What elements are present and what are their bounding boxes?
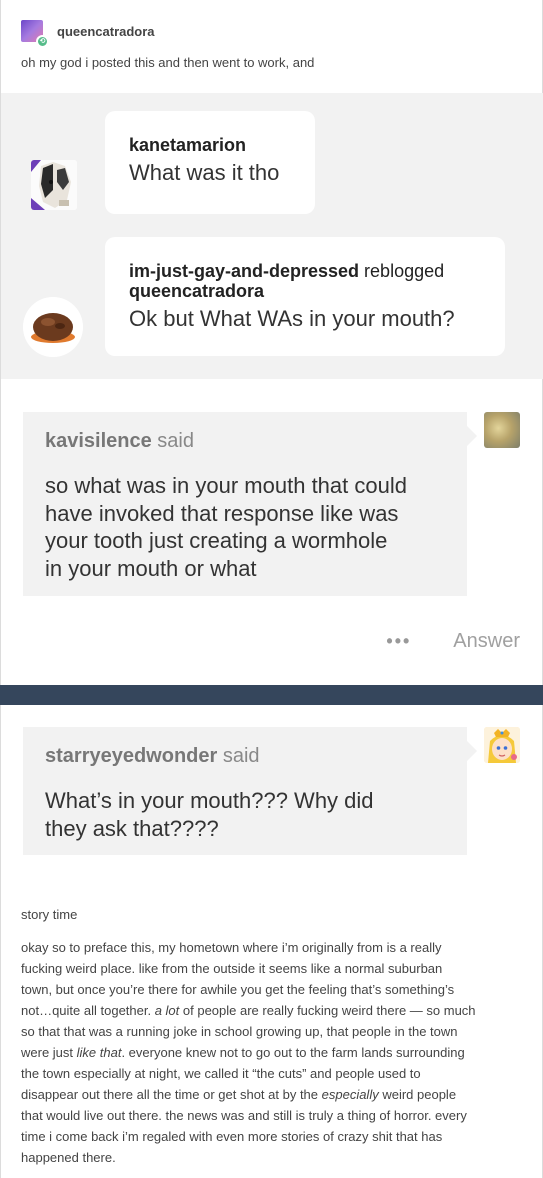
story-line: fucking weird place. like from the outsi… — [21, 961, 443, 976]
author-username[interactable]: queencatradora — [57, 24, 155, 39]
story-title: story time — [21, 907, 78, 922]
story-emphasis: especially — [321, 1087, 379, 1102]
asker-line: kavisilence said — [45, 428, 445, 454]
meatball-avatar — [23, 297, 83, 357]
reblog-icon: ⟲ — [36, 35, 49, 48]
story-line: town, but once you’re there for awhile y… — [21, 982, 455, 997]
post-card-2: starryeyedwonder said What’s in your mou… — [0, 705, 543, 1178]
post-caption: oh my god i posted this and then went to… — [21, 55, 315, 70]
ask-question: What’s in your mouth??? Why did they ask… — [45, 787, 445, 842]
starryeyedwonder-avatar[interactable] — [484, 727, 520, 763]
story-line: not…quite all together. a lot of people … — [21, 1000, 521, 1021]
story-line: disappear out there all the time or get … — [21, 1084, 521, 1105]
ask-question-line: your tooth just creating a wormhole — [45, 528, 388, 553]
story-text: weird people — [378, 1087, 457, 1102]
asker-username[interactable]: starryeyedwonder — [45, 745, 217, 767]
ask-question-line: have invoked that response like was — [45, 500, 399, 526]
ask-question-line: in your mouth or what — [45, 555, 257, 581]
ask-question-line: What’s in your mouth??? Why did — [45, 788, 374, 813]
story-body: okay so to preface this, my hometown whe… — [21, 937, 521, 1168]
chat-username: kanetamarion — [129, 135, 247, 155]
said-label: said — [217, 745, 260, 767]
chat-username-1: im-just-gay-and-depressed — [129, 261, 360, 281]
story-line: the town especially at night, we called … — [21, 1066, 421, 1081]
asker-line: starryeyedwonder said — [45, 743, 445, 769]
story-line: were just like that. everyone knew not t… — [21, 1042, 521, 1063]
chat-message-2: im-just-gay-and-depressed reblogged quee… — [105, 237, 505, 356]
story-text: not…quite all together. — [21, 1003, 155, 1018]
story-line: that would live out there. the news was … — [21, 1108, 467, 1123]
story-line: time i come back i’m regaled with even m… — [21, 1129, 443, 1144]
story-text: were just — [21, 1045, 77, 1060]
chat-username-2: queencatradora — [129, 281, 265, 301]
story-text: . everyone knew not to go out to the far… — [121, 1045, 465, 1060]
ask-box-1: kavisilence said so what was in your mou… — [23, 412, 477, 596]
kavisilence-avatar[interactable] — [484, 412, 520, 448]
author-avatar[interactable]: ⟲ — [21, 20, 49, 48]
asker-username[interactable]: kavisilence — [45, 430, 152, 452]
chat-text: What was it tho — [129, 160, 280, 185]
post-header: ⟲ queencatradora — [21, 18, 155, 48]
kanetamarion-avatar — [31, 160, 77, 210]
story-line: happened there. — [21, 1150, 116, 1165]
ask-question-line: they ask that???? — [45, 815, 219, 841]
chat-text: Ok but What WAs in your mouth? — [129, 306, 455, 331]
story-emphasis: a lot — [154, 1003, 180, 1018]
more-icon[interactable]: ••• — [386, 631, 411, 652]
chat-username: im-just-gay-and-depressed reblogged — [129, 261, 481, 281]
story-text: disappear out there all the time or get … — [21, 1087, 322, 1102]
ask-box-2: starryeyedwonder said What’s in your mou… — [23, 727, 477, 855]
said-label: said — [151, 430, 194, 452]
story-emphasis: like that — [76, 1045, 122, 1060]
answer-button[interactable]: Answer — [453, 630, 520, 653]
post-actions: ••• Answer — [386, 630, 520, 653]
ask-question: so what was in your mouth that could hav… — [45, 472, 445, 582]
story-line: okay so to preface this, my hometown whe… — [21, 940, 442, 955]
story-line: so that that was a running joke in schoo… — [21, 1024, 458, 1039]
reblogged-label: reblogged — [359, 261, 445, 281]
story-text: of people are really fucking weird there… — [179, 1003, 476, 1018]
ask-question-line: so what was in your mouth that could — [45, 473, 407, 498]
post-card-1: ⟲ queencatradora oh my god i posted this… — [0, 0, 543, 685]
chat-message-1: kanetamarion What was it tho — [105, 111, 315, 214]
